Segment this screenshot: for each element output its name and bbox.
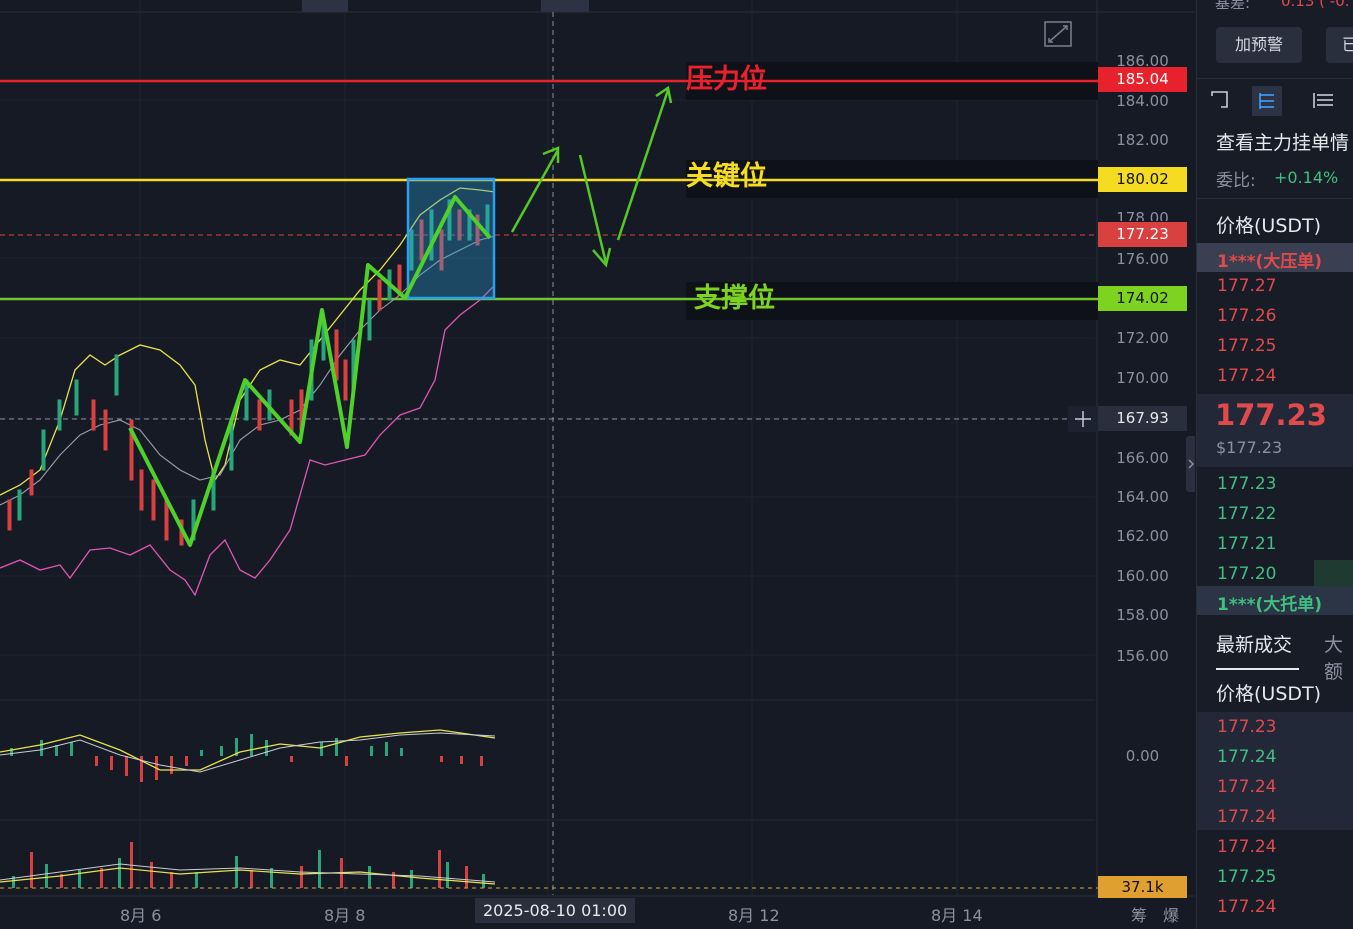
big-ask-row[interactable]: 1***(大压单): [1217, 247, 1322, 272]
projection-arrows: [510, 85, 673, 268]
support-price-tag: 174.02: [1098, 286, 1187, 311]
trade-row: 177.24: [1217, 897, 1277, 917]
list-icon: [1313, 93, 1333, 108]
chip-button[interactable]: 筹: [1131, 902, 1147, 926]
y-tick: 166.00: [1116, 449, 1169, 467]
last-price-usd: $177.23: [1216, 438, 1283, 457]
ask-row[interactable]: 177.25: [1217, 336, 1276, 356]
consolidation-box: [406, 177, 496, 300]
support-annotation: 支撑位: [694, 283, 775, 314]
y-tick: 170.00: [1116, 369, 1169, 387]
commission-label: 委比:: [1216, 171, 1256, 191]
resistance-annotation: 压力位: [686, 64, 767, 95]
y-tick: 184.00: [1116, 92, 1169, 110]
trade-row: 177.23: [1217, 717, 1277, 737]
volume-tag: 37.1k: [1098, 876, 1187, 898]
order-book-panel: 基差: 0.13 ( -0. 加预警 已 查看主力挂单情 委比: +0.14% …: [1196, 0, 1353, 929]
key-price-tag: 180.02: [1098, 167, 1187, 192]
trade-row: 177.24: [1217, 777, 1277, 797]
y-tick: 182.00: [1116, 131, 1169, 149]
ask-row[interactable]: 177.26: [1217, 306, 1276, 326]
resistance-price-tag: 185.04: [1098, 67, 1187, 92]
trade-row: 177.25: [1217, 867, 1277, 887]
trades-header: 价格(USDT): [1216, 683, 1322, 705]
bid-row[interactable]: 177.21: [1217, 534, 1276, 554]
big-bid-row[interactable]: 1***(大托单): [1217, 590, 1322, 615]
ask-row[interactable]: 177.24: [1217, 366, 1276, 386]
trade-row: 177.24: [1217, 807, 1277, 827]
y-tick: 172.00: [1116, 329, 1169, 347]
trade-row: 177.24: [1217, 747, 1277, 767]
y-tick: 164.00: [1116, 488, 1169, 506]
basis-value: 0.13 ( -0.: [1281, 0, 1350, 10]
commission-value: +0.14%: [1274, 168, 1339, 187]
trade-row: 177.24: [1217, 837, 1277, 857]
volume-bars: [12, 842, 485, 888]
last-price-tag: 177.23: [1098, 222, 1187, 247]
chart-area[interactable]: 186.00 184.00 182.00 178.00 176.00 172.0…: [0, 0, 1195, 929]
price-chart[interactable]: [0, 0, 1195, 929]
bid-row[interactable]: 177.22: [1217, 504, 1276, 524]
macd-zero-label: 0.00: [1125, 747, 1160, 765]
x-tick: 8月 12: [728, 906, 780, 925]
y-tick: 160.00: [1116, 567, 1169, 585]
orderbook-header: 价格(USDT): [1216, 215, 1322, 237]
cursor-price-tag: 167.93: [1098, 406, 1187, 431]
last-price: 177.23: [1215, 398, 1327, 432]
fullscreen-icon: [1044, 21, 1072, 47]
book-icon: [1259, 93, 1274, 109]
x-tick: 8月 14: [931, 906, 983, 925]
view-main-orders-title[interactable]: 查看主力挂单情: [1216, 128, 1349, 155]
key-annotation: 关键位: [686, 161, 767, 192]
layout-icon: [1211, 91, 1228, 108]
add-alert-button[interactable]: 加预警: [1216, 27, 1302, 63]
ask-row[interactable]: 177.27: [1217, 276, 1276, 296]
crosshair-time-label: 2025-08-10 01:00: [475, 898, 636, 923]
y-tick: 156.00: [1116, 647, 1169, 665]
secondary-button[interactable]: 已: [1326, 27, 1353, 63]
bid-row[interactable]: 177.20: [1217, 564, 1276, 584]
orderbook-view-toggles[interactable]: [1207, 86, 1353, 116]
tab-latest-trades[interactable]: 最新成交: [1216, 630, 1292, 657]
y-tick: 162.00: [1116, 527, 1169, 545]
x-tick: 8月 6: [120, 906, 162, 925]
basis-label: 基差:: [1215, 0, 1251, 12]
tab-large-trades[interactable]: 大额: [1324, 630, 1353, 684]
y-tick: 158.00: [1116, 606, 1169, 624]
crosshair-plus-icon: [1068, 406, 1098, 432]
liquidation-button[interactable]: 爆: [1163, 902, 1179, 926]
y-tick: 178.00: [1116, 209, 1169, 221]
x-tick: 8月 8: [324, 906, 366, 925]
y-tick: 176.00: [1116, 250, 1169, 268]
bid-row[interactable]: 177.23: [1217, 474, 1276, 494]
